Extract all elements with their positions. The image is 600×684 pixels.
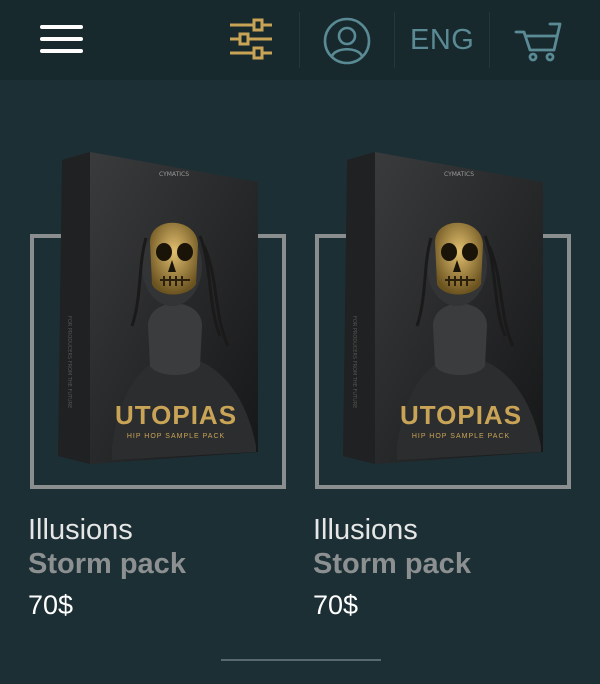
shopping-cart-icon[interactable]: [514, 20, 562, 62]
hamburger-menu-icon[interactable]: [40, 24, 84, 56]
product-brand: Illusions: [313, 514, 418, 546]
cover-subtitle-text: HIP HOP SAMPLE PACK: [412, 433, 510, 440]
product-box-image[interactable]: CYMATICS FOR PRODUCERS FROM THE FUTURE U…: [337, 146, 549, 476]
top-navigation-bar: ENG: [0, 0, 600, 80]
product-card[interactable]: CYMATICS FOR PRODUCERS FROM THE FUTURE U…: [313, 140, 573, 630]
product-name[interactable]: Storm pack: [313, 548, 471, 581]
user-account-icon[interactable]: [322, 16, 372, 66]
product-box-image[interactable]: CYMATICS FOR PRODUCERS FROM THE FUTURE U…: [52, 146, 264, 476]
box-spine-text: FOR PRODUCERS FROM THE FUTURE: [351, 316, 357, 408]
bottom-divider: [221, 659, 381, 661]
product-name[interactable]: Storm pack: [28, 548, 186, 581]
product-card[interactable]: CYMATICS FOR PRODUCERS FROM THE FUTURE U…: [28, 140, 288, 630]
product-brand: Illusions: [28, 514, 133, 546]
box-spine-text: FOR PRODUCERS FROM THE FUTURE: [66, 316, 72, 408]
publisher-logo-text: CYMATICS: [444, 171, 474, 178]
header-divider: [299, 12, 300, 68]
cover-title-text: UTOPIAS: [115, 400, 237, 430]
header-divider: [489, 12, 490, 68]
product-price: 70$: [28, 590, 74, 620]
cover-title-text: UTOPIAS: [400, 400, 522, 430]
header-divider: [394, 12, 395, 68]
cover-subtitle-text: HIP HOP SAMPLE PACK: [127, 433, 225, 440]
product-price: 70$: [313, 590, 359, 620]
publisher-logo-text: CYMATICS: [159, 171, 189, 178]
language-selector[interactable]: ENG: [410, 22, 476, 58]
sliders-filter-icon[interactable]: [228, 18, 274, 60]
